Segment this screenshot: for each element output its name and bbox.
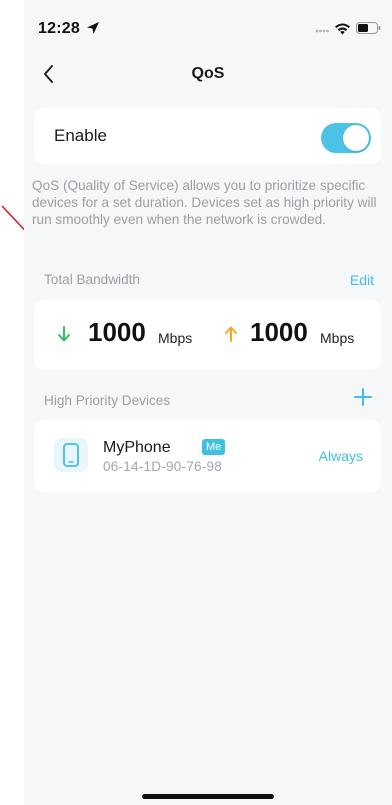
me-badge: Me [202,439,226,455]
arrow-down-icon [58,326,70,342]
status-time: 12:28 [38,20,80,37]
upload-value: 1000 [250,317,308,347]
toggle-knob [343,125,369,151]
enable-row: Enable [34,108,381,164]
status-bar: 12:28 [24,0,392,52]
battery-icon [356,22,381,34]
enable-toggle[interactable] [321,123,371,153]
device-priority-duration[interactable]: Always [319,448,363,464]
phone-icon [63,443,79,467]
upload-unit: Mbps [320,330,355,346]
high-priority-devices-label: High Priority Devices [44,393,171,408]
download-value: 1000 [88,317,146,347]
device-icon-wrap [54,438,88,472]
signal-dots-icon [315,29,329,33]
total-bandwidth-label: Total Bandwidth [44,272,140,287]
location-arrow-icon [87,22,99,34]
qos-description: QoS (Quality of Service) allows you to p… [32,178,377,227]
wifi-icon [335,23,350,35]
edit-bandwidth-button[interactable]: Edit [350,272,374,288]
arrow-up-icon [225,326,237,342]
device-name: MyPhone [103,439,171,456]
plus-icon[interactable] [354,388,372,406]
phone-screen: 12:28 QoS Enable QoS (Quality of Service… [24,0,392,805]
device-row[interactable]: MyPhone Me 06-14-1D-90-76-98 Always [34,420,381,492]
enable-label: Enable [54,126,107,145]
download-unit: Mbps [158,330,193,346]
home-indicator [142,794,274,799]
page-title: QoS [191,65,225,82]
device-mac: 06-14-1D-90-76-98 [103,459,223,474]
bandwidth-card: 1000 Mbps 1000 Mbps [34,300,381,370]
